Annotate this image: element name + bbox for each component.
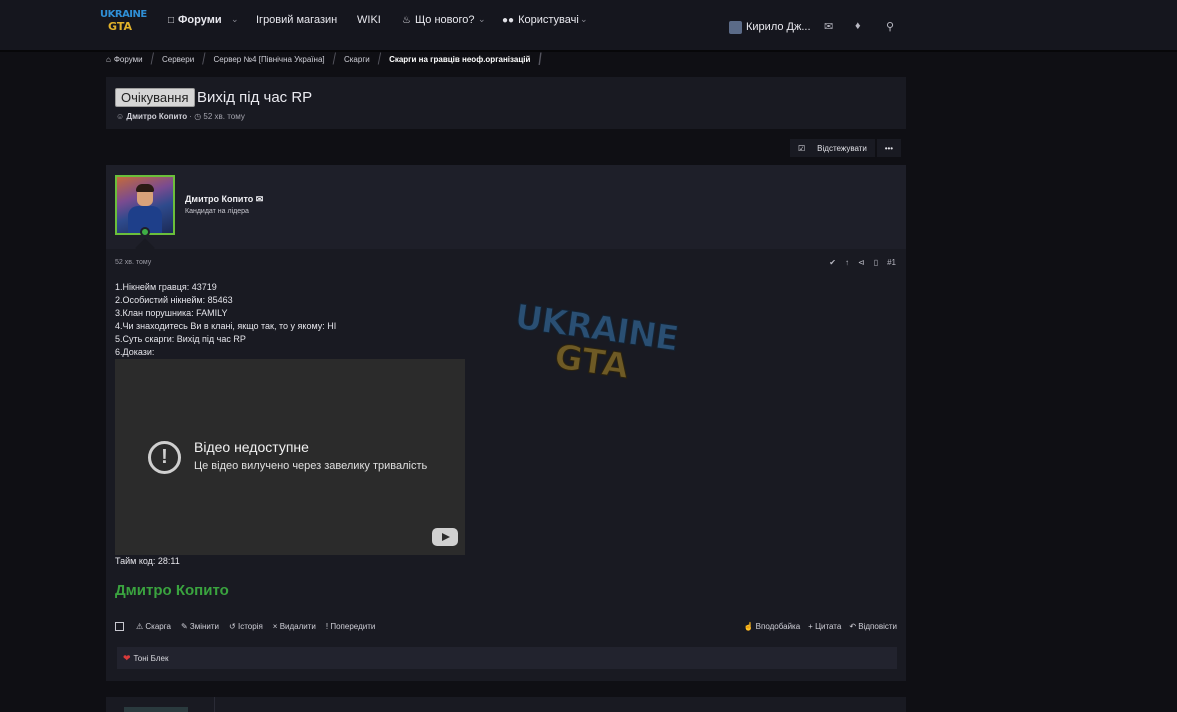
top-navigation: UKRAINE GTA □ Форуми ⌄ Ігровий магазин W…	[0, 0, 1177, 52]
video-embed[interactable]: ! Відео недоступне Це відео вилучено чер…	[115, 359, 465, 555]
youtube-icon[interactable]	[432, 528, 458, 546]
nav-whats-new[interactable]: ♨ Що нового?	[402, 0, 475, 40]
timecode: Тайм код: 28:11	[115, 556, 180, 566]
chevron-down-icon[interactable]: ⌄	[580, 14, 588, 25]
divider	[214, 697, 215, 712]
chevron-down-icon[interactable]: ⌄	[231, 14, 239, 25]
nav-wiki[interactable]: WIKI	[357, 0, 381, 40]
watch-button[interactable]: ☑ Відстежувати	[790, 139, 875, 157]
post-tools: ✔ ↑ ⊲ ▯ #1	[829, 258, 896, 267]
breadcrumb-item[interactable]: Скарги /	[344, 49, 389, 69]
plus-icon: +	[808, 622, 813, 631]
more-options-button[interactable]: •••	[876, 139, 901, 157]
envelope-icon[interactable]: ✉	[256, 194, 264, 204]
report-button[interactable]: ⚠ Скарга	[136, 622, 171, 631]
history-icon: ↺	[229, 622, 236, 631]
video-unavailable-title: Відео недоступне	[194, 439, 309, 455]
warn-button[interactable]: ! Попередити	[326, 622, 375, 631]
post-line: 3.Клан порушника: FAMILY	[115, 308, 228, 318]
post: Дмитро Копито ✉ Кандидат на лідера 52 хв…	[106, 165, 906, 681]
reply-button[interactable]: ↶ Відповісти	[849, 622, 897, 631]
thread-time[interactable]: 52 хв. тому	[203, 112, 244, 121]
edit-button[interactable]: ✎ Змінити	[181, 622, 219, 631]
thread-actions: ☑ Відстежувати •••	[790, 139, 901, 157]
avatar	[729, 20, 742, 34]
header-notch	[135, 238, 155, 258]
users-icon: ●●	[502, 14, 515, 26]
user-menu[interactable]: Кирило Дж...	[729, 0, 811, 54]
exclamation-icon: !	[325, 622, 329, 631]
post-line: 1.Нікнейм гравця: 43719	[115, 282, 217, 292]
thread-header: Очікування Вихід під час RP ☺ Дмитро Коп…	[106, 77, 906, 129]
user-icon: ☺	[116, 112, 125, 121]
search-icon[interactable]: ⚲	[886, 20, 894, 33]
thread-meta: ☺ Дмитро Копито · ◷ 52 хв. тому	[116, 112, 245, 121]
pencil-icon: ✎	[180, 622, 188, 631]
post-line: 4.Чи знаходитесь Ви в клані, якщо так, т…	[115, 321, 337, 331]
heart-icon: ❤	[123, 652, 131, 663]
history-button[interactable]: ↺ Історія	[229, 622, 263, 631]
check-circle-icon[interactable]: ✔	[829, 258, 836, 267]
breadcrumb-item[interactable]: ⌂ Форуми /	[106, 49, 162, 69]
share-icon[interactable]: ⊲	[858, 258, 865, 267]
like-button[interactable]: ☝ Вподобайка	[743, 622, 800, 631]
post-line: 6.Докази:	[115, 347, 155, 357]
post-body: 1.Нікнейм гравця: 43719 2.Особистий нікн…	[115, 281, 336, 359]
envelope-icon[interactable]: ✉	[824, 20, 833, 33]
post-line: 2.Особистий нікнейм: 85463	[115, 295, 233, 305]
select-checkbox[interactable]	[115, 622, 124, 631]
nav-game-store[interactable]: Ігровий магазин	[256, 0, 337, 40]
author-title: Кандидат на лідера	[185, 208, 249, 215]
reactions-bar[interactable]: ❤ Тоні Блек	[117, 647, 897, 669]
post-author[interactable]: Дмитро Копито ✉	[185, 194, 263, 205]
chat-icon: □	[168, 14, 175, 26]
delete-button[interactable]: × Видалити	[273, 622, 316, 631]
close-icon: ×	[272, 622, 278, 631]
online-status-icon	[140, 227, 150, 237]
avatar[interactable]	[115, 175, 175, 235]
post-header: Дмитро Копито ✉ Кандидат на лідера	[106, 165, 906, 258]
home-icon: ⌂	[106, 54, 111, 64]
post-footer: ⚠ Скарга ✎ Змінити ↺ Історія × Видалити …	[115, 622, 897, 634]
nav-users[interactable]: ●● Користувачі	[502, 0, 579, 40]
arrow-up-icon[interactable]: ↑	[845, 258, 849, 267]
clock-icon: ◷	[194, 112, 202, 121]
video-unavailable-subtitle: Це відео вилучено через завелику тривалі…	[194, 460, 428, 472]
nav-forums[interactable]: □ Форуми	[168, 0, 222, 40]
post-time[interactable]: 52 хв. тому	[115, 259, 151, 266]
warning-icon: ⚠	[136, 622, 144, 631]
post-number[interactable]: #1	[887, 258, 896, 267]
breadcrumb: ⌂ Форуми / Сервери / Сервер №4 [Північна У…	[106, 49, 550, 69]
bell-icon[interactable]: ♦	[855, 20, 861, 32]
bell-icon: ♨	[402, 14, 411, 26]
next-post	[106, 697, 906, 712]
breadcrumb-current[interactable]: Скарги на гравців неоф.організацій /	[389, 49, 550, 69]
breadcrumb-item[interactable]: Сервер №4 [Північна Україна] /	[214, 49, 344, 69]
bookmark-icon[interactable]: ▯	[874, 258, 878, 267]
quote-button[interactable]: + Цитата	[808, 622, 841, 631]
avatar[interactable]	[124, 707, 188, 712]
post-line: 5.Суть скарги: Вихід під час RP	[115, 334, 246, 344]
checkbox-icon: ☑	[798, 143, 806, 153]
signature: Дмитро Копито	[115, 582, 229, 599]
status-badge: Очікування	[115, 88, 195, 107]
chevron-down-icon[interactable]: ⌄	[478, 14, 486, 25]
reply-icon: ↶	[849, 622, 857, 631]
page-title: Вихід під час RP	[197, 89, 313, 106]
breadcrumb-item[interactable]: Сервери /	[162, 49, 214, 69]
thumbs-up-icon: ☝	[743, 622, 754, 631]
thread-author[interactable]: Дмитро Копито	[126, 112, 187, 121]
alert-icon: !	[148, 441, 181, 474]
site-logo[interactable]: UKRAINE GTA	[100, 9, 147, 37]
